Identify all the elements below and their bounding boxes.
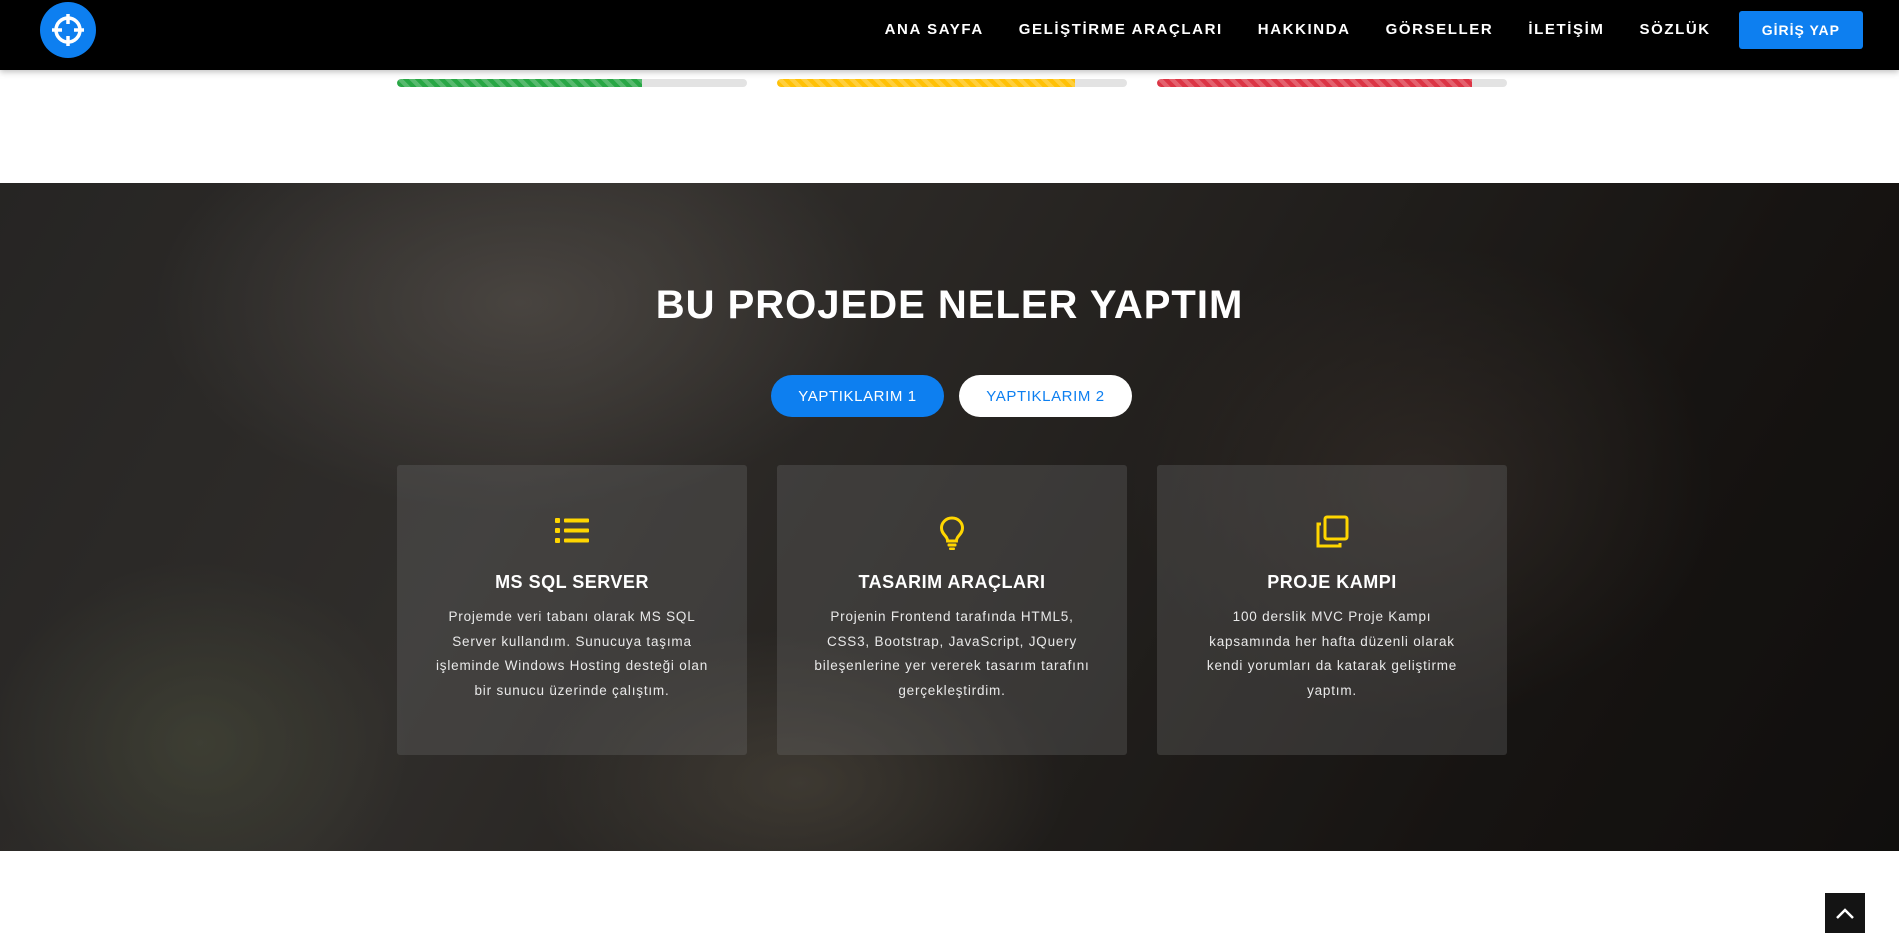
tab-yaptiklarim-2[interactable]: YAPTIKLARIM 2 [959, 375, 1132, 417]
card-text: Projemde veri tabanı olarak MS SQL Serve… [435, 609, 709, 698]
card-text: Projenin Frontend tarafında HTML5, CSS3,… [814, 609, 1090, 698]
progress-fill [777, 79, 1075, 87]
progress-fill [1157, 79, 1472, 87]
copy-icon [1316, 515, 1349, 548]
projects-section: BU PROJEDE NELER YAPTIM YAPTIKLARIM 1 YA… [0, 183, 1899, 851]
nav-link-home[interactable]: ANA SAYFA [885, 11, 984, 49]
nav-link-dev-tools[interactable]: GELİŞTİRME ARAÇLARI [1019, 11, 1223, 49]
nav-link-about[interactable]: HAKKINDA [1258, 11, 1351, 49]
section-title: BU PROJEDE NELER YAPTIM [655, 283, 1244, 327]
feature-card-design: TASARIM ARAÇLARI Projenin Frontend taraf… [777, 465, 1127, 755]
card-title: PROJE KAMPI [1267, 572, 1397, 592]
logo[interactable] [40, 2, 96, 58]
progress-fill [397, 79, 642, 87]
back-to-top-button[interactable] [1825, 893, 1865, 933]
progress-bar-2 [777, 79, 1127, 87]
list-icon [555, 518, 589, 543]
chevron-up-icon [1836, 908, 1854, 919]
card-title: MS SQL SERVER [495, 572, 649, 592]
tab-yaptiklarim-1[interactable]: YAPTIKLARIM 1 [771, 375, 944, 417]
nav-link-contact[interactable]: İLETİŞİM [1528, 11, 1604, 49]
navbar: ANA SAYFA GELİŞTİRME ARAÇLARI HAKKINDA G… [0, 0, 1899, 70]
crosshair-icon [52, 14, 84, 46]
nav-link-gallery[interactable]: GÖRSELLER [1386, 11, 1494, 49]
nav-menu: ANA SAYFA GELİŞTİRME ARAÇLARI HAKKINDA G… [885, 11, 1863, 49]
card-title: TASARIM ARAÇLARI [858, 572, 1046, 592]
feature-card-camp: PROJE KAMPI 100 derslik MVC Proje Kampı … [1157, 465, 1507, 755]
progress-bar-1 [397, 79, 747, 87]
nav-link-dictionary[interactable]: SÖZLÜK [1639, 11, 1710, 49]
progress-bar-3 [1157, 79, 1507, 87]
feature-card-sql: MS SQL SERVER Projemde veri tabanı olara… [397, 465, 747, 755]
lightbulb-icon [939, 516, 965, 550]
login-button[interactable]: GİRİŞ YAP [1738, 11, 1863, 49]
card-text: 100 derslik MVC Proje Kampı kapsamında h… [1206, 609, 1458, 698]
